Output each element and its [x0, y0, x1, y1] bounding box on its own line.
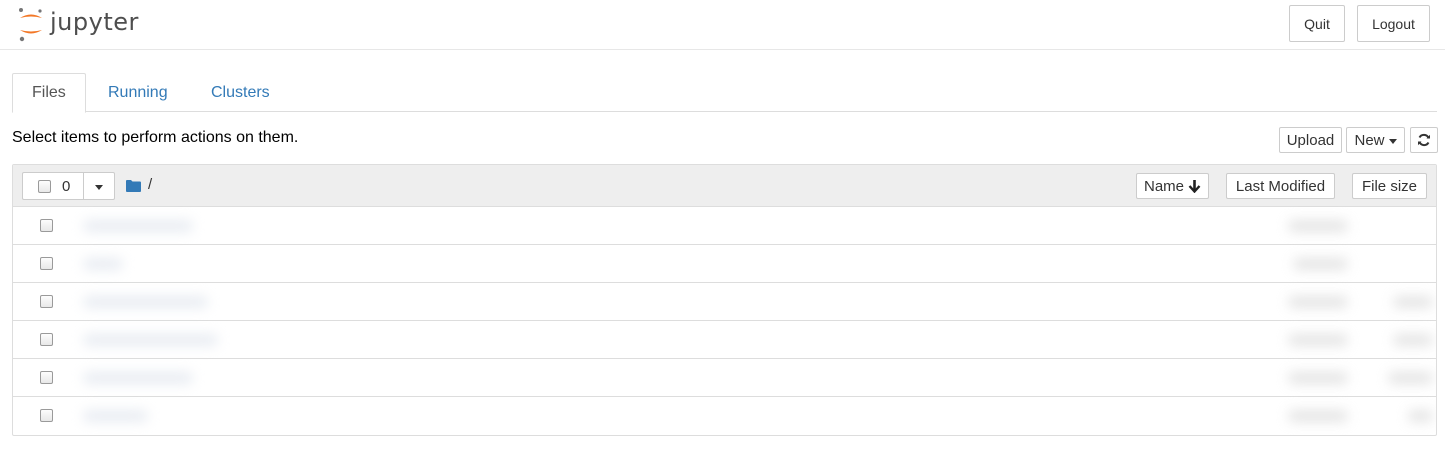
- blurred-size: [1408, 410, 1433, 422]
- list-item[interactable]: [13, 321, 1436, 359]
- sort-name-label: Name: [1143, 177, 1184, 195]
- select-all-checkbox[interactable]: [38, 179, 51, 193]
- top-header: jupyter Quit Logout: [0, 0, 1445, 50]
- sort-last-modified-button[interactable]: Last Modified: [1226, 173, 1335, 199]
- new-label: New: [1354, 131, 1385, 149]
- tab-clusters[interactable]: Clusters: [192, 73, 289, 112]
- instructions-text: Select items to perform actions on them.: [12, 129, 299, 146]
- new-dropdown-button[interactable]: New: [1346, 127, 1405, 153]
- jupyter-logo-icon: [19, 8, 42, 42]
- logout-button[interactable]: Logout: [1357, 5, 1430, 42]
- select-all-group: 0: [22, 172, 115, 200]
- tab-bar: Files Running Clusters: [12, 73, 1437, 113]
- blurred-item-name: [83, 258, 123, 270]
- refresh-icon: [1418, 133, 1430, 147]
- folder-icon[interactable]: [126, 179, 141, 192]
- row-checkbox[interactable]: [40, 219, 53, 232]
- jupyter-logo[interactable]: jupyter: [16, 6, 139, 42]
- blurred-size: [1393, 334, 1433, 346]
- sort-file-size-button[interactable]: File size: [1352, 173, 1427, 199]
- blurred-modified: [1288, 296, 1348, 308]
- caret-down-icon: [95, 184, 103, 190]
- blurred-modified: [1293, 258, 1348, 270]
- arrow-down-icon: [1188, 180, 1201, 193]
- list-item[interactable]: [13, 245, 1436, 283]
- sort-name-button[interactable]: Name: [1136, 173, 1209, 199]
- list-header: 0 / Name Last Modified File size: [13, 165, 1436, 207]
- logo-text: jupyter: [50, 8, 139, 36]
- blurred-modified: [1288, 372, 1348, 384]
- blurred-size: [1393, 296, 1433, 308]
- row-checkbox[interactable]: [40, 295, 53, 308]
- blurred-modified: [1288, 220, 1348, 232]
- tab-running[interactable]: Running: [89, 73, 187, 112]
- breadcrumb-root[interactable]: /: [148, 176, 152, 193]
- upload-button[interactable]: Upload: [1279, 127, 1342, 153]
- breadcrumb: /: [126, 176, 152, 194]
- quit-button[interactable]: Quit: [1289, 5, 1345, 42]
- blurred-item-name: [83, 334, 218, 346]
- row-checkbox[interactable]: [40, 333, 53, 346]
- blurred-modified: [1288, 334, 1348, 346]
- blurred-item-name: [83, 220, 193, 232]
- row-checkbox[interactable]: [40, 257, 53, 270]
- row-checkbox[interactable]: [40, 371, 53, 384]
- list-item[interactable]: [13, 359, 1436, 397]
- blurred-item-name: [83, 372, 193, 384]
- list-item[interactable]: [13, 397, 1436, 435]
- select-menu-dropdown[interactable]: [84, 173, 114, 199]
- tab-files[interactable]: Files: [12, 73, 86, 113]
- selected-count: 0: [62, 177, 71, 195]
- select-all-toggle[interactable]: 0: [23, 173, 84, 199]
- list-item[interactable]: [13, 207, 1436, 245]
- refresh-button[interactable]: [1410, 127, 1438, 153]
- blurred-item-name: [83, 410, 148, 422]
- notebook-list: 0 / Name Last Modified File size: [12, 164, 1437, 436]
- blurred-modified: [1288, 410, 1348, 422]
- row-checkbox[interactable]: [40, 409, 53, 422]
- blurred-item-name: [83, 296, 208, 308]
- list-item[interactable]: [13, 283, 1436, 321]
- caret-down-icon: [1388, 138, 1397, 144]
- blurred-size: [1388, 372, 1433, 384]
